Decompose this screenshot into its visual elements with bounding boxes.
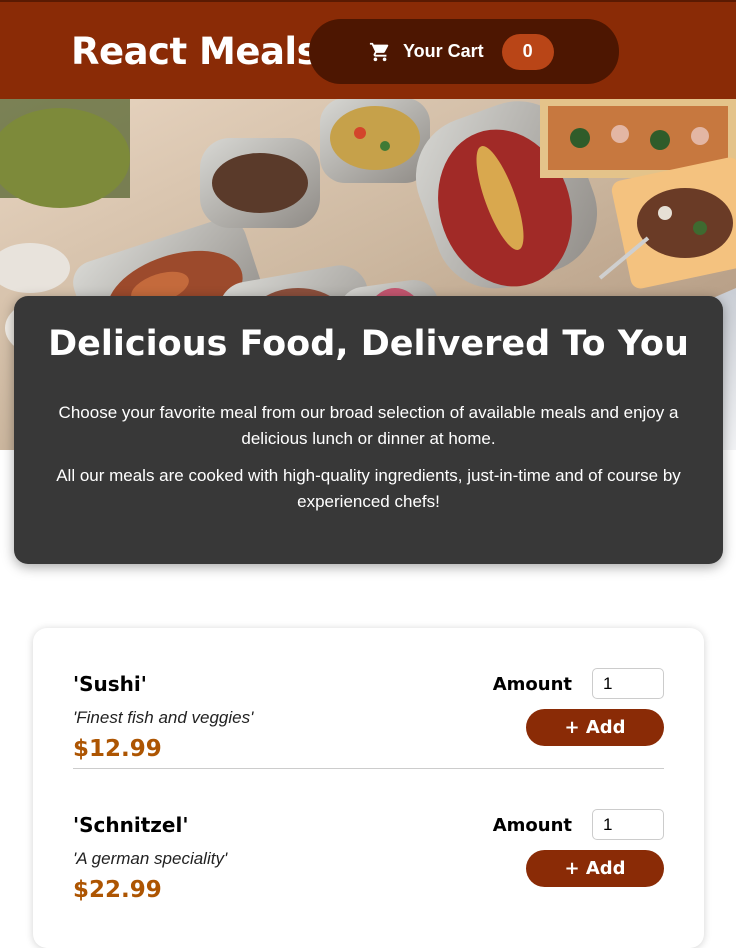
amount-label: Amount: [492, 674, 572, 695]
meal-description: 'A german speciality': [73, 849, 228, 868]
meal-item: 'Schnitzel' 'A german speciality' $22.99…: [73, 769, 664, 910]
summary-title: Delicious Food, Delivered To You: [48, 324, 689, 364]
summary-paragraph: All our meals are cooked with high-quali…: [56, 466, 681, 511]
app-header: React Meals Your Cart 0: [0, 0, 736, 99]
amount-label: Amount: [492, 815, 572, 836]
add-to-cart-button[interactable]: + Add: [526, 850, 664, 887]
meal-name: 'Schnitzel': [73, 813, 189, 837]
cart-button[interactable]: Your Cart 0: [309, 19, 619, 84]
meal-item: 'Sushi' 'Finest fish and veggies' $12.99…: [73, 628, 664, 769]
cart-icon: [369, 41, 391, 63]
available-meals-card: 'Sushi' 'Finest fish and veggies' $12.99…: [33, 628, 704, 948]
meal-price: $22.99: [73, 877, 162, 903]
amount-input[interactable]: [592, 668, 664, 699]
cart-count-badge: 0: [501, 33, 554, 70]
meals-summary: Delicious Food, Delivered To You Choose …: [14, 296, 723, 564]
app-title: React Meals: [71, 30, 319, 73]
cart-label: Your Cart: [403, 41, 484, 61]
meal-description: 'Finest fish and veggies': [73, 708, 254, 727]
amount-input[interactable]: [592, 809, 664, 840]
add-to-cart-button[interactable]: + Add: [526, 709, 664, 746]
summary-paragraph: Choose your favorite meal from our broad…: [58, 403, 679, 448]
meal-name: 'Sushi': [73, 672, 147, 696]
meal-price: $12.99: [73, 736, 162, 762]
